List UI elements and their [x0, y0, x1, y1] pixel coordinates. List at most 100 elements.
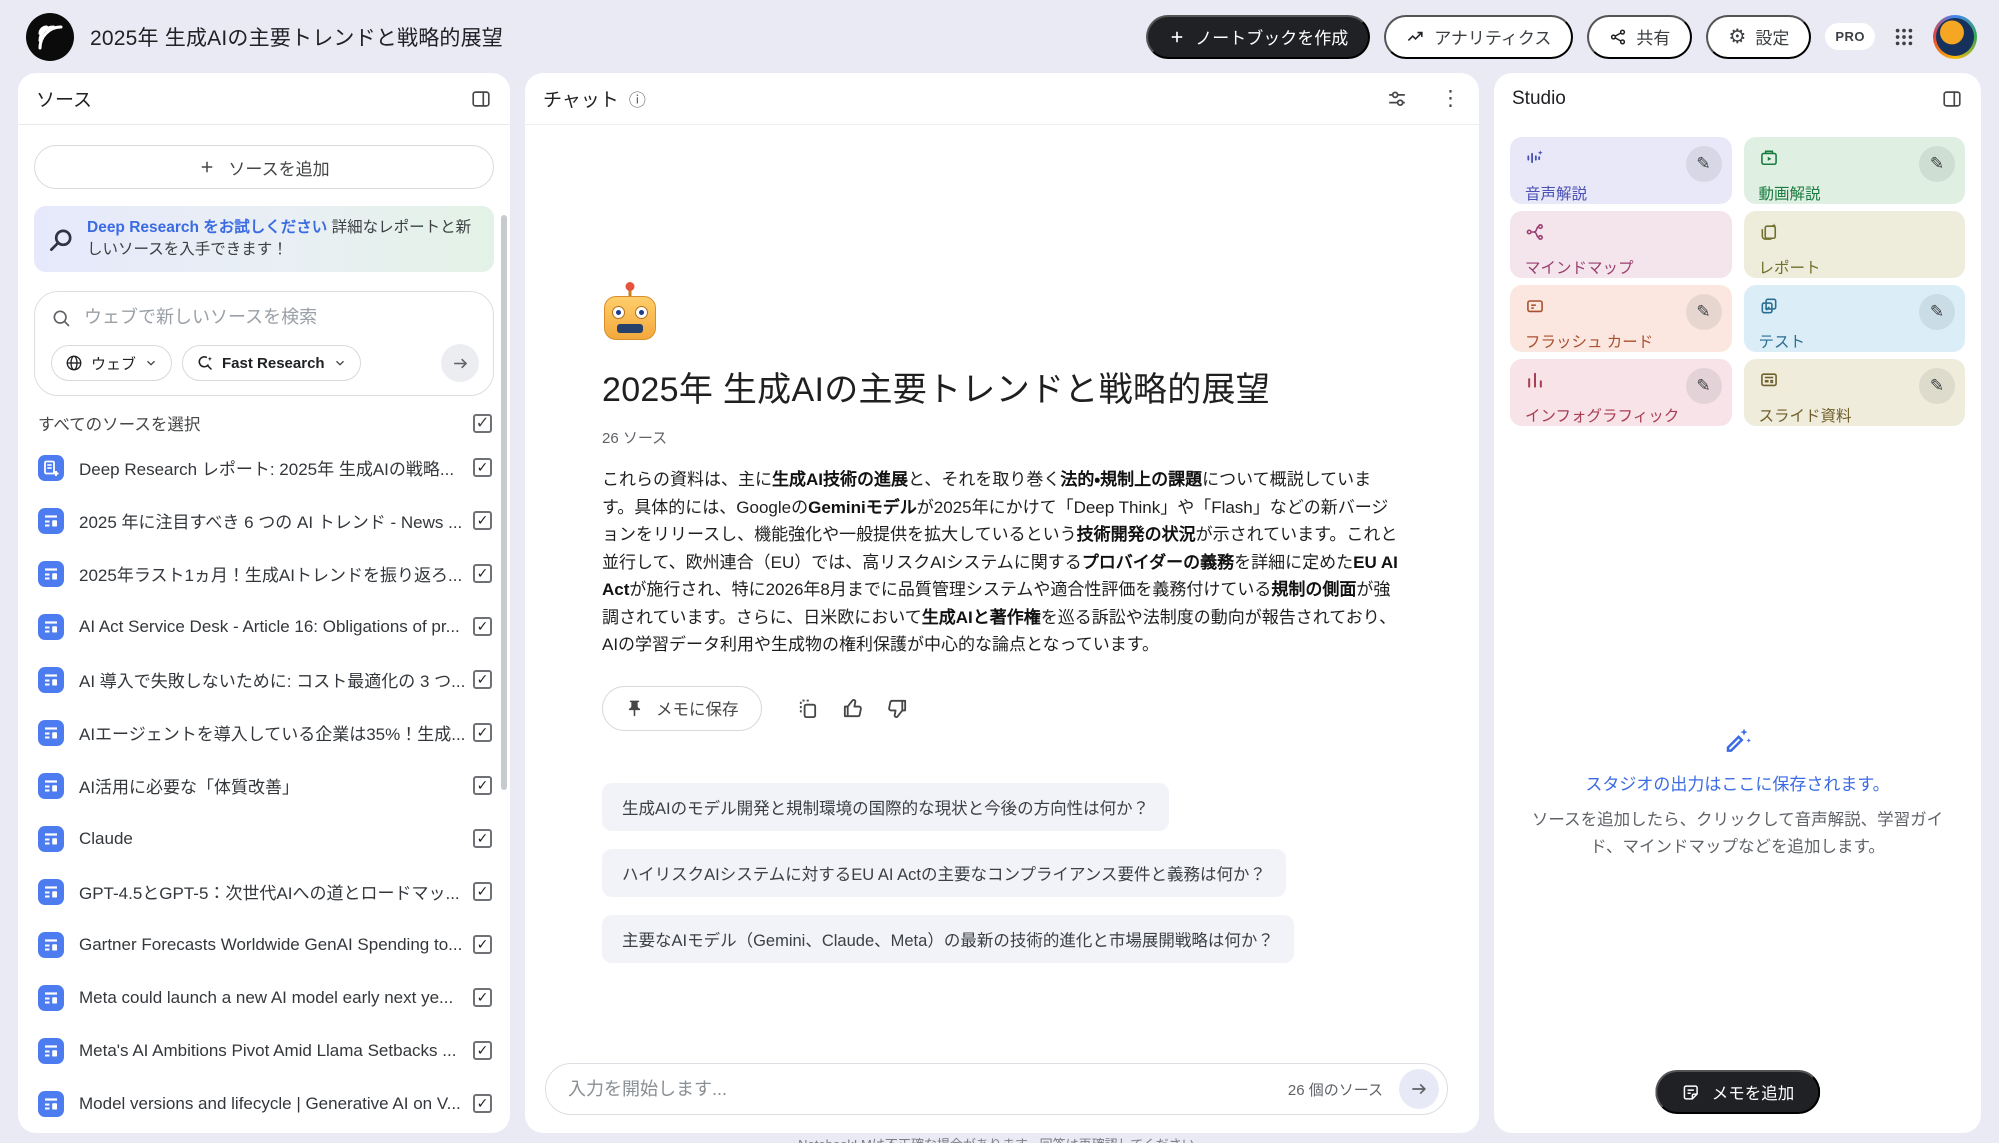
source-checkbox[interactable]: ✓: [473, 1041, 492, 1060]
top-header: 2025年 生成AIの主要トレンドと戦略的展望 ノートブックを作成 アナリティク…: [0, 0, 1999, 73]
source-list-item[interactable]: Meta's AI Ambitions Pivot Amid Llama Set…: [34, 1024, 494, 1077]
source-count: 26 ソース: [602, 427, 1402, 448]
studio-card-label: スライド資料: [1759, 404, 1954, 426]
web-source-icon: [38, 773, 64, 799]
magic-pen-icon: [1723, 725, 1753, 755]
fast-research-chip[interactable]: Fast Research: [182, 345, 361, 381]
deep-research-link[interactable]: Deep Research をお試しください: [87, 219, 327, 236]
studio-card[interactable]: 音声解説✎: [1510, 137, 1732, 204]
settings-button[interactable]: ⚙ 設定: [1706, 15, 1811, 59]
apps-grid-icon[interactable]: [1893, 26, 1915, 48]
source-list-item[interactable]: Claude✓: [34, 812, 494, 865]
pencil-icon[interactable]: ✎: [1686, 146, 1722, 182]
source-list-item[interactable]: Model versions and lifecycle | Generativ…: [34, 1077, 494, 1130]
user-avatar[interactable]: [1933, 15, 1977, 59]
source-list-item[interactable]: AI活用に必要な「体質改善」✓: [34, 759, 494, 812]
suggested-question-chip[interactable]: 生成AIのモデル開発と規制環境の国際的な現状と今後の方向性は何か？: [602, 783, 1169, 831]
pencil-icon[interactable]: ✎: [1919, 368, 1955, 404]
tune-icon[interactable]: [1386, 88, 1408, 110]
send-button[interactable]: [1399, 1069, 1439, 1109]
add-source-button[interactable]: ソースを追加: [34, 145, 494, 189]
web-filter-chip[interactable]: ウェブ: [51, 345, 172, 381]
save-to-note-label: メモに保存: [656, 696, 739, 720]
panel-toggle-icon[interactable]: [470, 88, 492, 110]
studio-card[interactable]: テスト✎: [1744, 285, 1966, 352]
pencil-icon[interactable]: ✎: [1686, 368, 1722, 404]
sources-scrollbar[interactable]: [501, 215, 507, 790]
source-checkbox[interactable]: ✓: [473, 829, 492, 848]
web-source-icon: [38, 720, 64, 746]
web-source-icon: [38, 932, 64, 958]
share-button[interactable]: 共有: [1587, 15, 1692, 59]
notebooklm-logo[interactable]: [26, 13, 74, 61]
trending-up-icon: [1406, 27, 1425, 46]
source-checkbox[interactable]: ✓: [473, 723, 492, 742]
summary-paragraph: これらの資料は、主に生成AI技術の進展と、それを取り巻く法的・規制上の課題につい…: [602, 466, 1402, 659]
source-checkbox[interactable]: ✓: [473, 776, 492, 795]
source-list-item[interactable]: GPT-4.5とGPT-5：次世代AIへの道とロードマッ... ✓: [34, 865, 494, 918]
kebab-menu-icon[interactable]: ⋮: [1440, 86, 1461, 111]
source-checkbox[interactable]: ✓: [473, 564, 492, 583]
pencil-icon[interactable]: ✎: [1686, 294, 1722, 330]
source-list-item[interactable]: Deep Research レポート: 2025年 生成AIの戦略... ✓: [34, 441, 494, 494]
studio-card[interactable]: 動画解説✎: [1744, 137, 1966, 204]
chat-input[interactable]: [568, 1079, 1288, 1100]
source-checkbox[interactable]: ✓: [473, 935, 492, 954]
chat-panel: チャット ⓘ ⋮ 2025年 生成AIの主要トレンドと戦略的展望 26 ソース …: [525, 73, 1479, 1133]
info-icon[interactable]: ⓘ: [629, 86, 646, 111]
suggested-question-chip[interactable]: 主要なAIモデル（Gemini、Claude、Meta）の最新の技術的進化と市場…: [602, 915, 1294, 963]
thumb-up-icon[interactable]: [841, 697, 864, 720]
add-source-label: ソースを追加: [228, 155, 329, 180]
source-checkbox[interactable]: ✓: [473, 988, 492, 1007]
studio-card[interactable]: マインドマップ: [1510, 211, 1732, 278]
source-checkbox[interactable]: ✓: [473, 511, 492, 530]
source-list-item[interactable]: 2025 年に注目すべき 6 つの AI トレンド - News ...✓: [34, 494, 494, 547]
deep-research-banner[interactable]: Deep Research をお試しください 詳細なレポートと新しいソースを入手…: [34, 206, 494, 272]
studio-card[interactable]: スライド資料✎: [1744, 359, 1966, 426]
source-title: Meta could launch a new AI model early n…: [79, 988, 453, 1008]
studio-card[interactable]: フラッシュ カード✎: [1510, 285, 1732, 352]
studio-card-label: テスト: [1759, 330, 1954, 352]
source-checkbox[interactable]: ✓: [473, 458, 492, 477]
source-title: AI Act Service Desk - Article 16: Obliga…: [79, 617, 460, 637]
panel-toggle-icon[interactable]: [1941, 88, 1963, 110]
studio-card[interactable]: インフォグラフィック✎: [1510, 359, 1732, 426]
source-list-item[interactable]: Gartner Forecasts Worldwide GenAI Spendi…: [34, 918, 494, 971]
web-source-icon: [38, 985, 64, 1011]
source-list-item[interactable]: AI Act Service Desk - Article 16: Obliga…: [34, 600, 494, 653]
source-checkbox[interactable]: ✓: [473, 670, 492, 689]
studio-card[interactable]: レポート: [1744, 211, 1966, 278]
source-title: Deep Research レポート: 2025年 生成AIの戦略...: [79, 455, 454, 480]
source-checkbox[interactable]: ✓: [473, 882, 492, 901]
pencil-icon[interactable]: ✎: [1919, 146, 1955, 182]
source-list-item[interactable]: Meta could launch a new AI model early n…: [34, 971, 494, 1024]
share-label: 共有: [1636, 24, 1670, 49]
plus-icon: [1168, 28, 1186, 46]
suggested-question-chip[interactable]: ハイリスクAIシステムに対するEU AI Actの主要なコンプライアンス要件と義…: [602, 849, 1286, 897]
copy-icon[interactable]: [796, 697, 819, 720]
source-list-item[interactable]: 2025年ラスト1ヵ月！生成AIトレンドを振り返ろ...✓: [34, 547, 494, 600]
source-list: Deep Research レポート: 2025年 生成AIの戦略...✓202…: [34, 441, 494, 1130]
source-list-item[interactable]: AIエージェントを導入している企業は35%！生成...✓: [34, 706, 494, 759]
analytics-button[interactable]: アナリティクス: [1384, 15, 1573, 59]
web-source-search-input[interactable]: [84, 307, 479, 328]
source-list-item[interactable]: AI 導入で失敗しないために: コスト最適化の 3 つ...✓: [34, 653, 494, 706]
source-checkbox[interactable]: ✓: [473, 1094, 492, 1113]
pencil-icon[interactable]: ✎: [1919, 294, 1955, 330]
sources-panel: ソース ソースを追加 Deep Research をお試しください 詳細なレポー…: [18, 73, 510, 1133]
source-checkbox[interactable]: ✓: [473, 617, 492, 636]
create-notebook-button[interactable]: ノートブックを作成: [1146, 15, 1370, 59]
notebook-title: 2025年 生成AIの主要トレンドと戦略的展望: [90, 22, 503, 52]
save-to-note-button[interactable]: メモに保存: [602, 686, 762, 731]
add-note-button[interactable]: メモを追加: [1655, 1070, 1821, 1114]
search-submit-button[interactable]: [441, 344, 479, 382]
web-source-icon: [38, 826, 64, 852]
note-add-icon: [1681, 1083, 1700, 1102]
gear-icon: ⚙: [1728, 27, 1746, 47]
chat-scroll-area[interactable]: 2025年 生成AIの主要トレンドと戦略的展望 26 ソース これらの資料は、主…: [525, 125, 1479, 1063]
video-overview-icon: [1759, 148, 1779, 168]
thumb-down-icon[interactable]: [886, 697, 909, 720]
select-all-checkbox[interactable]: ✓: [473, 414, 492, 433]
studio-card-label: 音声解説: [1525, 182, 1720, 204]
source-title: GPT-4.5とGPT-5：次世代AIへの道とロードマッ...: [79, 879, 460, 904]
